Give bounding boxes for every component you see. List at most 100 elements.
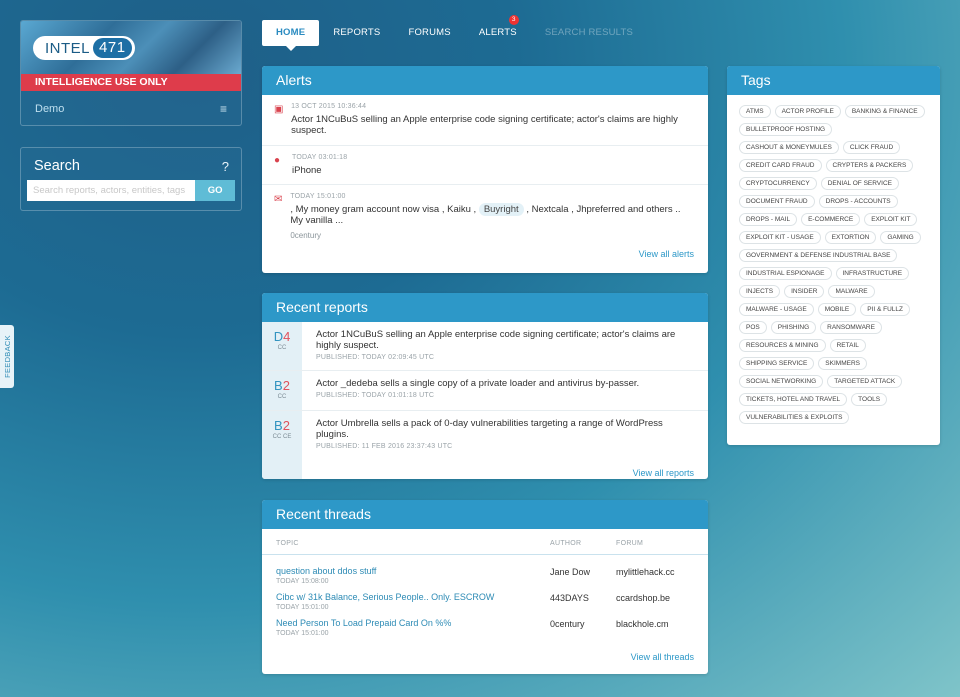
alert-text: Actor 1NCuBuS selling an Apple enterpris… xyxy=(291,114,678,136)
alert-item[interactable]: ✉ TODAY 15:01:00 , My money gram account… xyxy=(262,185,708,247)
person-icon: ● xyxy=(274,155,281,166)
search-input[interactable] xyxy=(27,180,196,201)
tag-pill[interactable]: DROPS - ACCOUNTS xyxy=(818,195,898,208)
grade-letter: B xyxy=(274,378,283,393)
search-go-button[interactable]: GO xyxy=(195,180,235,201)
tag-pill[interactable]: SHIPPING SERVICE xyxy=(739,357,815,370)
grade-sub: CC xyxy=(277,345,287,351)
tag-pill[interactable]: VULNERABILITIES & EXPLOITS xyxy=(739,411,850,424)
thread-link[interactable]: Cibc w/ 31k Balance, Serious People.. On… xyxy=(276,592,550,602)
alert-time: TODAY 15:01:00 xyxy=(290,193,346,200)
tag-pill[interactable]: DOCUMENT FRAUD xyxy=(739,195,815,208)
tag-pill[interactable]: EXPLOIT KIT xyxy=(864,213,918,226)
grade-number: 4 xyxy=(283,329,291,344)
tag-pill[interactable]: TOOLS xyxy=(851,393,888,406)
tag-pill[interactable]: INDUSTRIAL ESPIONAGE xyxy=(739,267,832,280)
logo-number: 471 xyxy=(93,38,132,58)
thread-forum: blackhole.cm xyxy=(616,619,669,629)
classification-banner: INTELLIGENCE USE ONLY xyxy=(21,74,241,91)
tag-pill[interactable]: ACTOR PROFILE xyxy=(774,105,841,118)
help-icon[interactable]: ? xyxy=(222,159,229,174)
tag-pill[interactable]: RESOURCES & MINING xyxy=(739,339,826,352)
tag-pill[interactable]: MALWARE xyxy=(828,285,875,298)
tag-pill[interactable]: PHISHING xyxy=(770,321,817,334)
nav-forums[interactable]: FORUMS xyxy=(394,20,464,46)
tag-pill[interactable]: CLICK FRAUD xyxy=(842,141,901,154)
view-all-alerts-link[interactable]: View all alerts xyxy=(262,247,708,259)
alert-item[interactable]: ▣ 13 OCT 2015 10:36:44 Actor 1NCuBuS sel… xyxy=(262,95,708,146)
recent-reports-panel: Recent reports D4 CC Actor 1NCuBuS selli… xyxy=(262,293,708,479)
tag-pill[interactable]: SKIMMERS xyxy=(818,357,867,370)
nav-alerts-label: ALERTS xyxy=(478,27,517,38)
highlight-pill[interactable]: Buyright xyxy=(478,203,524,216)
report-published: PUBLISHED: TODAY 01:01:18 UTC xyxy=(316,392,435,399)
grade-column-filler xyxy=(262,451,302,479)
tag-pill[interactable]: PII & FULLZ xyxy=(860,303,911,316)
threads-table-header: TOPIC AUTHOR FORUM xyxy=(262,529,708,555)
tag-pill[interactable]: DENIAL OF SERVICE xyxy=(820,177,899,190)
tag-pill[interactable]: RETAIL xyxy=(829,339,866,352)
nav-reports[interactable]: REPORTS xyxy=(319,20,394,46)
tag-pill[interactable]: TICKETS, HOTEL AND TRAVEL xyxy=(739,393,848,406)
tag-pill[interactable]: MALWARE - USAGE xyxy=(739,303,814,316)
report-title: Actor Umbrella sells a pack of 0-day vul… xyxy=(316,418,663,440)
recent-threads-panel: Recent threads TOPIC AUTHOR FORUM questi… xyxy=(262,500,708,674)
nav-home[interactable]: HOME xyxy=(262,20,320,51)
tags-panel: Tags ATMS ACTOR PROFILE BANKING & FINANCE B… xyxy=(727,66,940,445)
report-row[interactable]: D4 CC Actor 1NCuBuS selling an Apple ent… xyxy=(262,322,708,371)
tag-pill[interactable]: GAMING xyxy=(880,231,921,244)
user-menu[interactable]: Demo ≡ xyxy=(21,91,241,125)
tag-pill[interactable]: POS xyxy=(739,321,767,334)
thread-link[interactable]: question about ddos stuff xyxy=(276,566,550,576)
tag-pill[interactable]: SOCIAL NETWORKING xyxy=(739,375,824,388)
nav-alerts[interactable]: ALERTS 3 xyxy=(465,15,531,46)
alert-time: 13 OCT 2015 10:36:44 xyxy=(291,103,367,110)
tag-pill[interactable]: EXTORTION xyxy=(824,231,877,244)
feedback-label: FEEDBACK xyxy=(2,335,12,378)
tag-pill[interactable]: RANSOMWARE xyxy=(820,321,882,334)
report-row[interactable]: B2 CC CE Actor Umbrella sells a pack of … xyxy=(262,411,708,451)
tag-pill[interactable]: GOVERNMENT & DEFENSE INDUSTRIAL BASE xyxy=(739,249,898,262)
report-grade: D4 CC xyxy=(262,322,302,370)
tag-pill[interactable]: INJECTS xyxy=(739,285,781,298)
alert-item[interactable]: ● TODAY 03:01:18 iPhone xyxy=(262,146,708,185)
hamburger-icon[interactable]: ≡ xyxy=(220,102,227,116)
nav-search-results: SEARCH RESULTS xyxy=(544,27,633,38)
tag-pill[interactable]: BULLETPROOF HOSTING xyxy=(739,123,833,136)
thread-row: Need Person To Load Prepaid Card On %% T… xyxy=(262,612,708,638)
tag-pill[interactable]: MOBILE xyxy=(817,303,857,316)
search-title: Search xyxy=(34,158,80,174)
thread-time: TODAY 15:01:00 xyxy=(276,630,329,637)
tag-pill[interactable]: CREDIT CARD FRAUD xyxy=(739,159,822,172)
tag-pill[interactable]: ATMS xyxy=(739,105,771,118)
tag-pill[interactable]: TARGETED ATTACK xyxy=(827,375,903,388)
report-grade: B2 CC xyxy=(262,371,302,410)
tag-pill[interactable]: CASHOUT & MONEYMULES xyxy=(739,141,839,154)
view-all-reports-link[interactable]: View all reports xyxy=(302,451,708,479)
grade-number: 2 xyxy=(282,418,290,433)
tag-pill[interactable]: E-COMMERCE xyxy=(801,213,861,226)
tag-pill[interactable]: CRYPTERS & PACKERS xyxy=(825,159,914,172)
brand-banner: INTEL 471 xyxy=(21,21,241,74)
report-title: Actor 1NCuBuS selling an Apple enterpris… xyxy=(316,329,676,351)
tag-pill[interactable]: CRYPTOCURRENCY xyxy=(739,177,817,190)
tag-list: ATMS ACTOR PROFILE BANKING & FINANCE BULLET… xyxy=(727,95,940,429)
tag-pill[interactable]: INFRASTRUCTURE xyxy=(835,267,910,280)
tag-pill[interactable]: DROPS - MAIL xyxy=(739,213,798,226)
alerts-panel: Alerts ▣ 13 OCT 2015 10:36:44 Actor 1NCu… xyxy=(262,66,708,273)
tag-pill[interactable]: INSIDER xyxy=(784,285,825,298)
alert-text-part: , My money gram account now visa , Kaiku… xyxy=(290,204,477,215)
tags-title: Tags xyxy=(727,66,940,95)
message-icon: ✉ xyxy=(274,194,283,205)
tag-pill[interactable]: EXPLOIT KIT - USAGE xyxy=(739,231,821,244)
tag-pill[interactable]: BANKING & FINANCE xyxy=(844,105,925,118)
report-grade: B2 CC CE xyxy=(262,411,302,451)
feedback-tab[interactable]: FEEDBACK xyxy=(0,325,14,388)
search-panel: Search ? GO xyxy=(20,147,242,211)
intel471-logo[interactable]: INTEL 471 xyxy=(33,36,135,60)
grade-sub: CC xyxy=(277,394,287,400)
thread-row: question about ddos stuff TODAY 15:08:00… xyxy=(262,560,708,586)
thread-link[interactable]: Need Person To Load Prepaid Card On %% xyxy=(276,618,550,628)
report-row[interactable]: B2 CC Actor _dedeba sells a single copy … xyxy=(262,371,708,411)
view-all-threads-link[interactable]: View all threads xyxy=(262,638,708,662)
